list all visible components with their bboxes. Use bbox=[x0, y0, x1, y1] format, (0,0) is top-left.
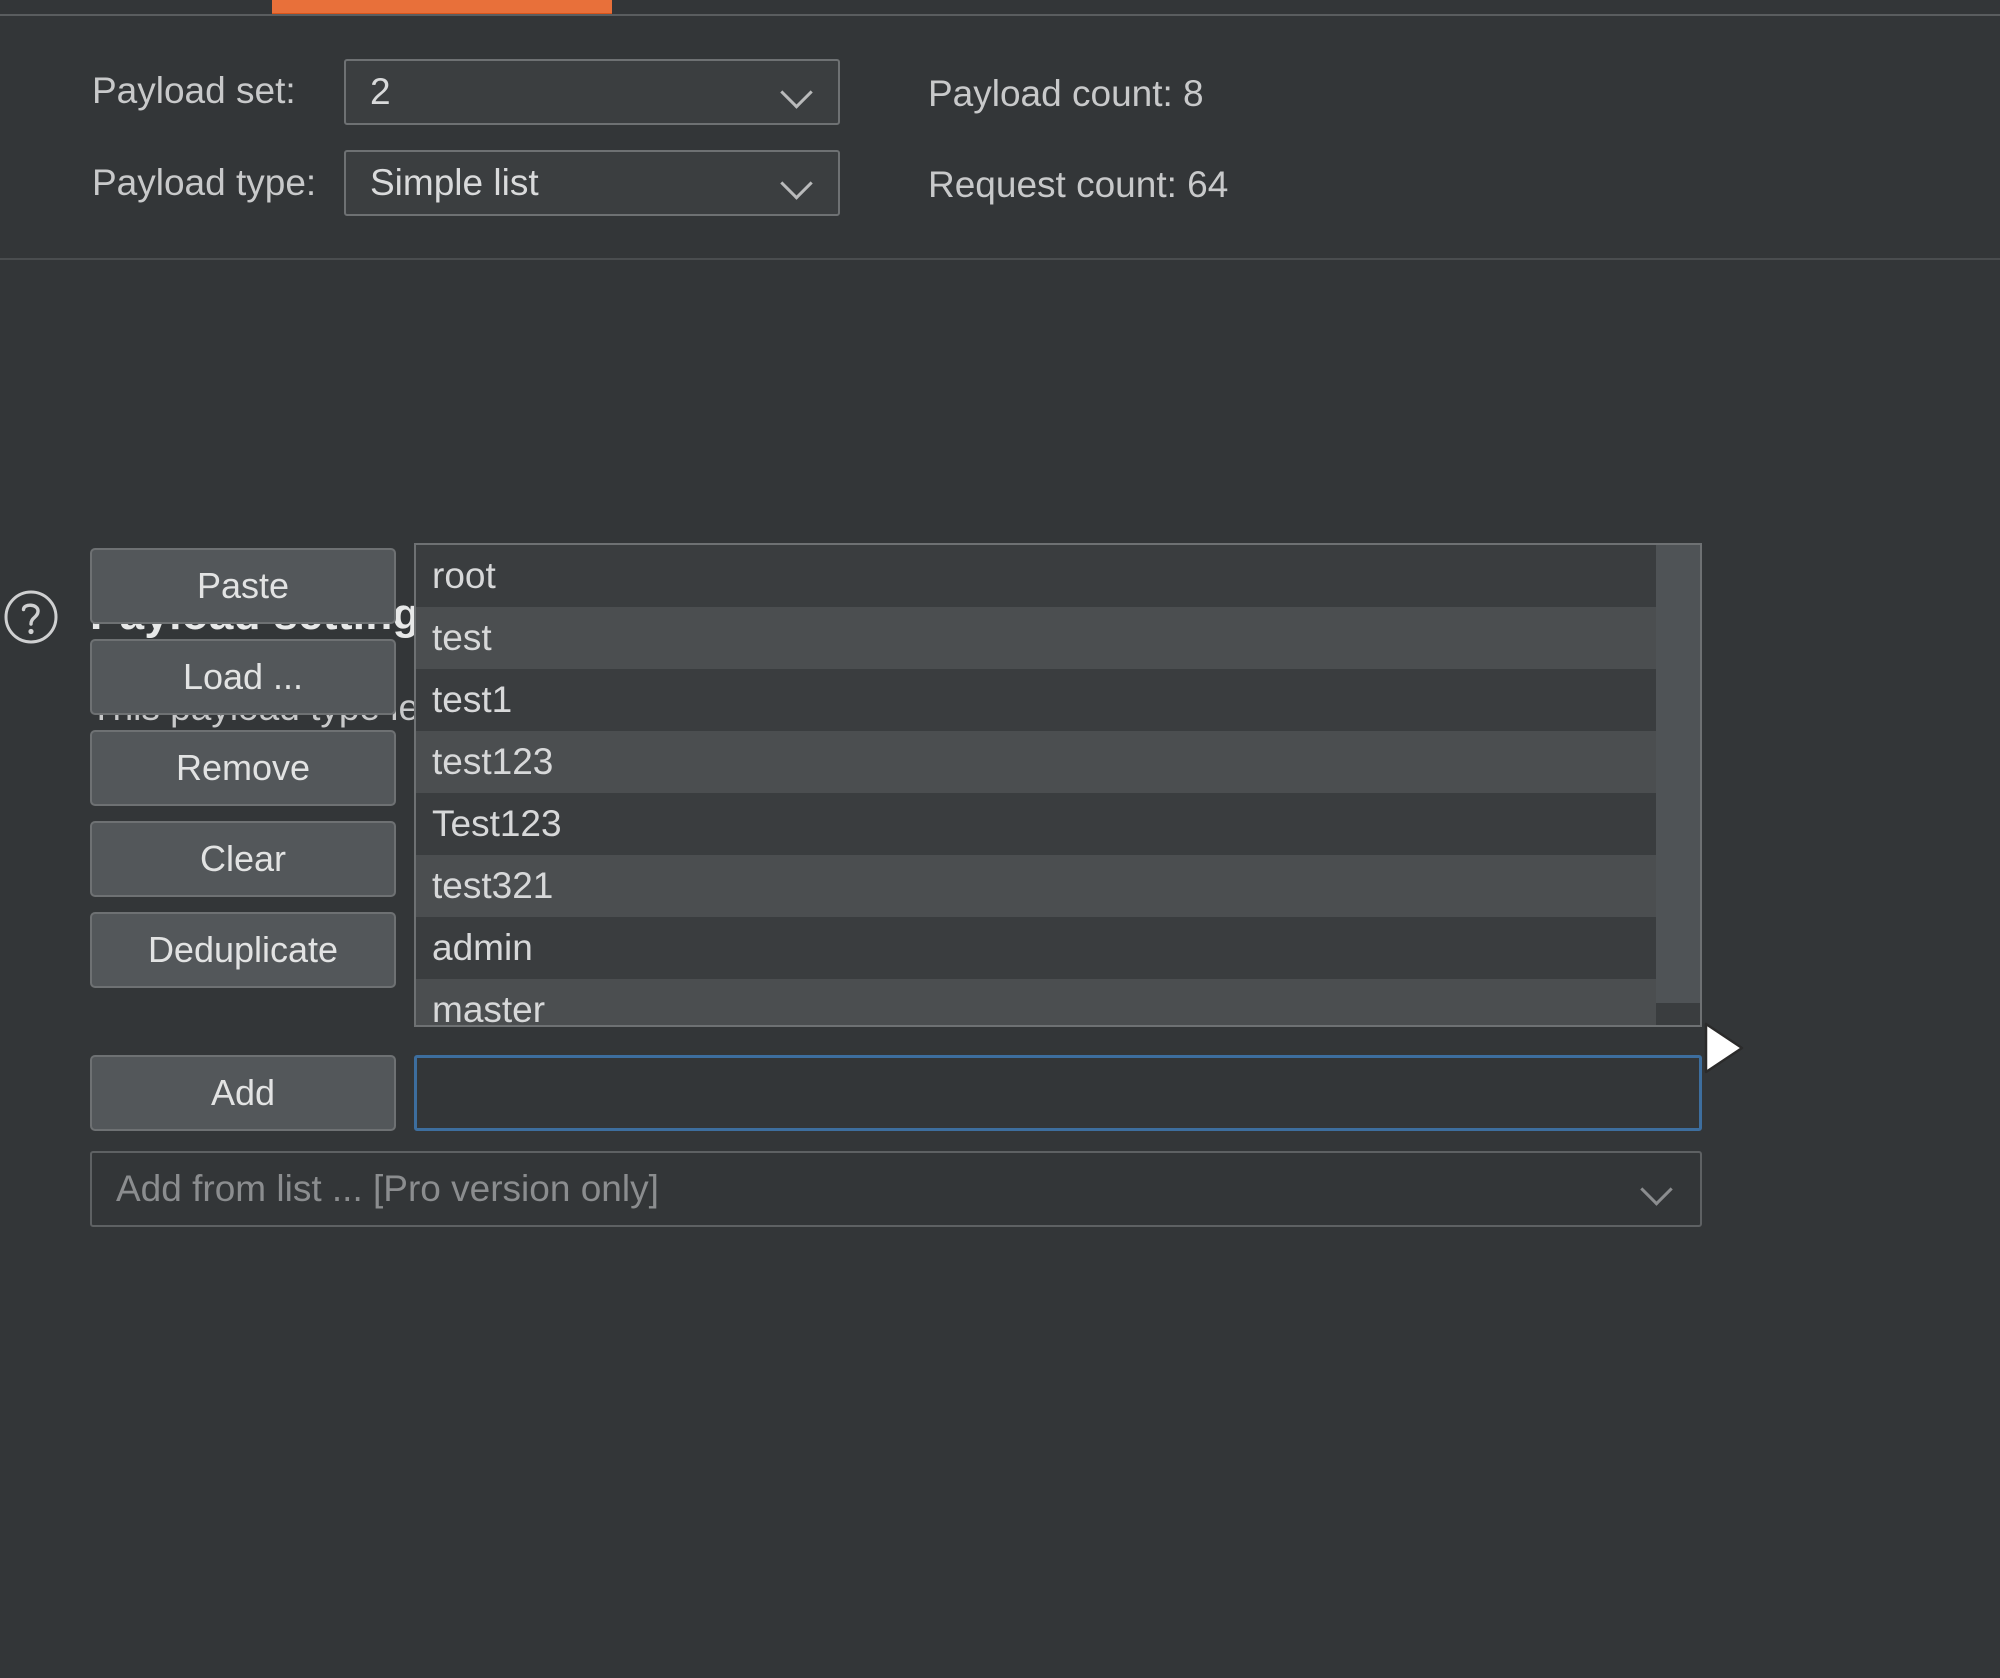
scrollbar-thumb[interactable] bbox=[1656, 545, 1700, 987]
load-button[interactable]: Load ... bbox=[90, 639, 396, 715]
deduplicate-button[interactable]: Deduplicate bbox=[90, 912, 396, 988]
payload-set-label: Payload set: bbox=[92, 70, 296, 111]
add-from-list-dropdown[interactable]: Add from list ... [Pro version only] bbox=[90, 1151, 1702, 1227]
payload-list-scrollbar[interactable] bbox=[1656, 545, 1700, 1025]
active-tab-indicator bbox=[272, 0, 612, 15]
list-item[interactable]: master bbox=[416, 979, 1658, 1025]
chevron-down-icon bbox=[1642, 1174, 1672, 1204]
payload-config-area: Payload set: 2 Payload type: Simple list… bbox=[0, 16, 2000, 260]
question-mark-circle-icon[interactable] bbox=[2, 588, 60, 646]
add-payload-input[interactable] bbox=[414, 1055, 1702, 1131]
add-button[interactable]: Add bbox=[90, 1055, 396, 1131]
add-from-list-value: Add from list ... [Pro version only] bbox=[116, 1168, 659, 1209]
remove-button[interactable]: Remove bbox=[90, 730, 396, 806]
payload-type-label: Payload type: bbox=[92, 162, 317, 203]
paste-button[interactable]: Paste bbox=[90, 548, 396, 624]
payload-list[interactable]: root test test1 test123 Test123 test321 admin m… bbox=[414, 543, 1702, 1027]
scrollbar-down-button[interactable] bbox=[1656, 1003, 1700, 1025]
list-item[interactable]: root bbox=[416, 545, 1658, 607]
payload-set-dropdown[interactable]: 2 bbox=[344, 59, 840, 125]
payload-type-value: Simple list bbox=[370, 162, 539, 203]
list-item[interactable]: test1 bbox=[416, 669, 1658, 731]
list-item[interactable]: admin bbox=[416, 917, 1658, 979]
chevron-down-icon bbox=[782, 168, 812, 198]
clear-button[interactable]: Clear bbox=[90, 821, 396, 897]
request-count-label: Request count: 64 bbox=[928, 164, 1229, 205]
payload-settings-section: Payload settings [Simple list] This payl… bbox=[0, 260, 2000, 1678]
chevron-down-icon bbox=[782, 77, 812, 107]
payload-type-dropdown[interactable]: Simple list bbox=[344, 150, 840, 216]
list-item[interactable]: test bbox=[416, 607, 1658, 669]
list-item[interactable]: test123 bbox=[416, 731, 1658, 793]
payload-list-rows: root test test1 test123 Test123 test321 admin m… bbox=[416, 545, 1658, 1025]
list-item[interactable]: Test123 bbox=[416, 793, 1658, 855]
payload-count-label: Payload count: 8 bbox=[928, 73, 1204, 114]
intruder-payloads-panel: Payload set: 2 Payload type: Simple list… bbox=[0, 0, 2000, 1678]
payload-set-value: 2 bbox=[370, 71, 391, 112]
list-item[interactable]: test321 bbox=[416, 855, 1658, 917]
